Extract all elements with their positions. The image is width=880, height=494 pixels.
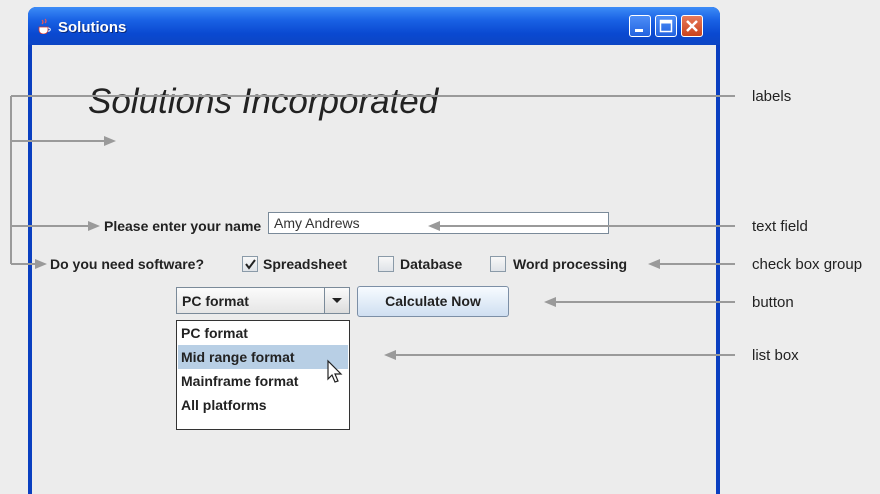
callout-labels: labels bbox=[752, 88, 792, 105]
callout-text-field: text field bbox=[752, 218, 808, 235]
callout-list-box: list box bbox=[752, 347, 799, 364]
callout-check-box-group: check box group bbox=[752, 256, 863, 273]
callout-button: button bbox=[752, 294, 794, 311]
callout-lines bbox=[10, 95, 735, 360]
